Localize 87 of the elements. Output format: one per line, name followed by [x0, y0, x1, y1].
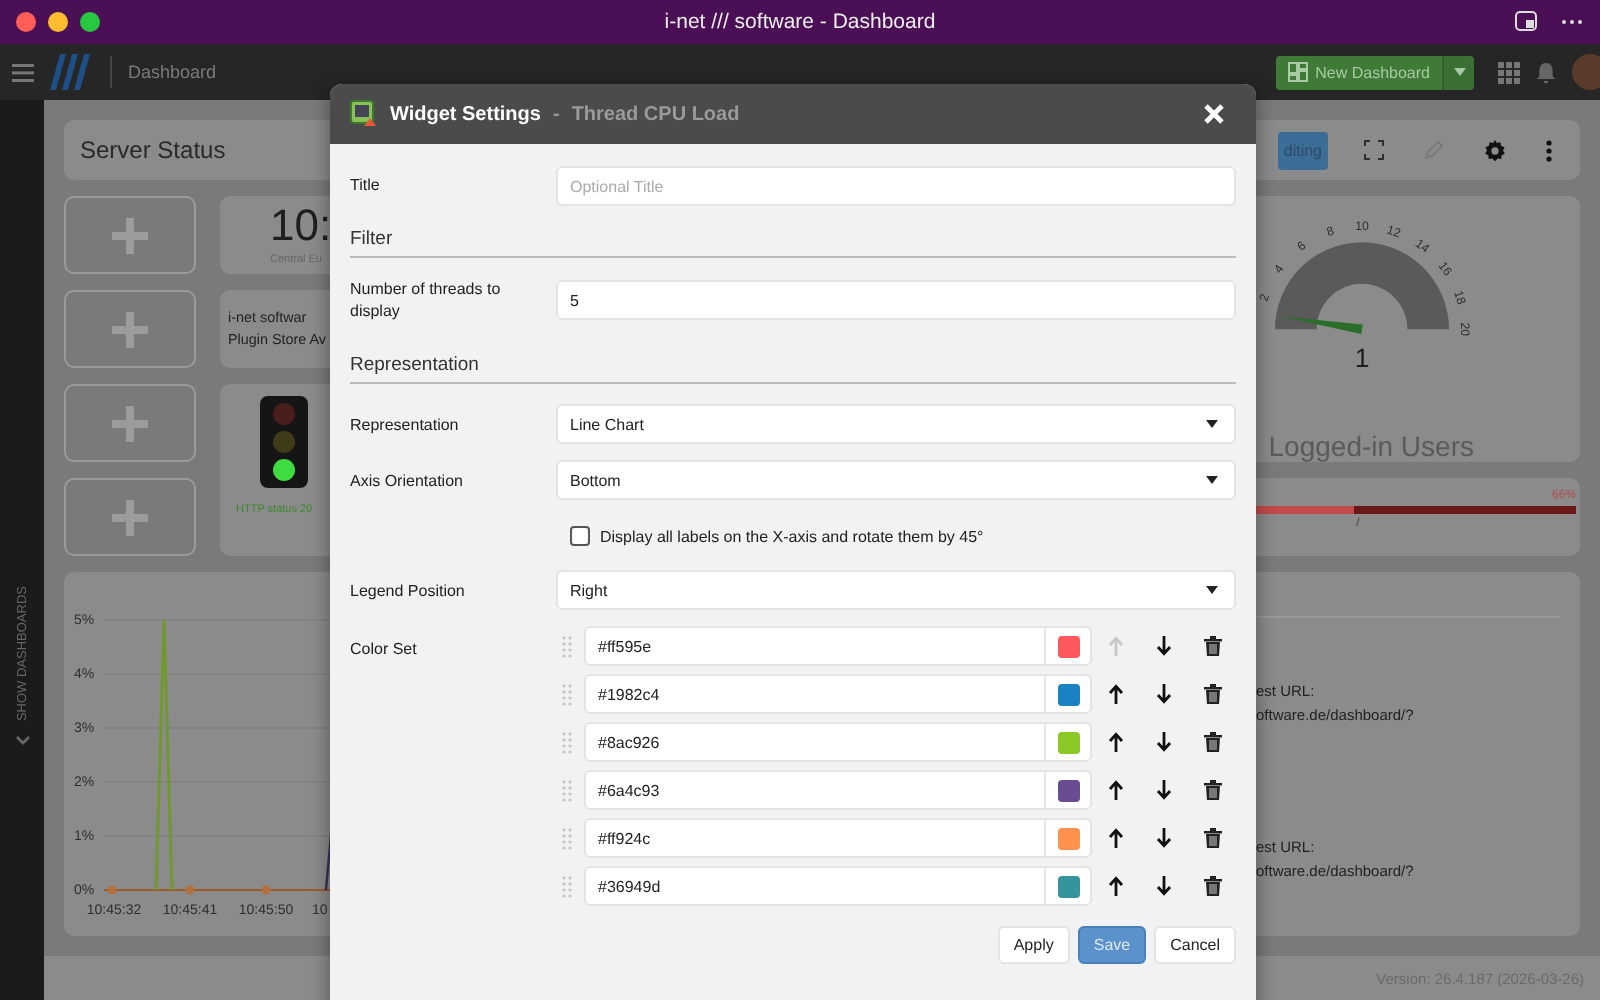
- rotate-labels-checkbox[interactable]: Display all labels on the X-axis and rotate them by 45°: [556, 526, 984, 547]
- color-swatch[interactable]: [1057, 779, 1079, 802]
- trash-icon[interactable]: [1203, 780, 1221, 801]
- color-swatch[interactable]: [1057, 875, 1079, 898]
- dialog-subtitle: Thread CPU Load: [571, 103, 740, 125]
- kebab-menu-icon[interactable]: [1546, 139, 1552, 161]
- color-field[interactable]: #1982c4: [584, 674, 1092, 715]
- color-swatch[interactable]: [1057, 731, 1079, 754]
- color-field[interactable]: #ff595e: [584, 626, 1092, 667]
- bell-icon[interactable]: [1536, 61, 1556, 83]
- more-icon[interactable]: [1560, 18, 1584, 26]
- title-separator: -: [552, 103, 560, 125]
- clock-time: 10:: [270, 204, 332, 248]
- drag-handle-icon[interactable]: [562, 779, 572, 802]
- add-widget-tile[interactable]: [64, 384, 196, 462]
- add-widget-tile[interactable]: [64, 196, 196, 274]
- field-label: Axis Orientation: [350, 469, 465, 492]
- arrow-down-icon[interactable]: [1156, 732, 1172, 753]
- trash-icon[interactable]: [1203, 828, 1221, 849]
- color-field[interactable]: #6a4c93: [584, 770, 1092, 811]
- drag-handle-icon[interactable]: [562, 683, 572, 706]
- text-field[interactable]: Optional Title: [556, 166, 1236, 206]
- color-field[interactable]: #8ac926: [584, 722, 1092, 763]
- settings-icon[interactable]: [1484, 139, 1506, 161]
- dialog-button[interactable]: Apply: [997, 926, 1070, 965]
- dropdown-field[interactable]: Line Chart: [556, 404, 1236, 445]
- arrow-up-icon[interactable]: [1108, 732, 1124, 753]
- add-widget-tile[interactable]: [64, 290, 196, 368]
- cast-icon[interactable]: [1514, 10, 1538, 34]
- color-swatch[interactable]: [1057, 635, 1079, 658]
- plus-icon: [112, 217, 148, 253]
- page-name: Dashboard: [128, 62, 217, 82]
- arrow-up-icon[interactable]: [1108, 828, 1124, 849]
- color-field[interactable]: #ff924c: [584, 818, 1092, 859]
- dropdown-field[interactable]: Bottom: [556, 460, 1236, 501]
- close-window-icon[interactable]: [16, 12, 36, 32]
- color-swatch[interactable]: [1057, 827, 1079, 850]
- maximize-window-icon[interactable]: [80, 12, 100, 32]
- dropdown-button[interactable]: [1442, 55, 1474, 89]
- add-widget-tile[interactable]: [64, 478, 196, 556]
- trash-icon[interactable]: [1203, 636, 1221, 657]
- traffic-light-icon: [260, 396, 308, 488]
- window-title: i-net /// software - Dashboard: [664, 10, 936, 34]
- caret-icon: [1206, 420, 1218, 429]
- dropdown-field[interactable]: Right: [556, 570, 1236, 611]
- caret-icon: [1206, 476, 1218, 485]
- fullscreen-icon[interactable]: [1364, 140, 1384, 160]
- dialog-button[interactable]: Cancel: [1154, 926, 1236, 965]
- drag-handle-icon[interactable]: [562, 827, 572, 850]
- color-swatch[interactable]: [1057, 683, 1079, 706]
- arrow-down-icon[interactable]: [1156, 828, 1172, 849]
- widget-icon: [350, 100, 378, 128]
- trash-icon[interactable]: [1203, 684, 1221, 705]
- section-heading: Filter: [350, 228, 1236, 258]
- field-label: Representation: [350, 413, 461, 436]
- arrow-down-icon[interactable]: [1156, 684, 1172, 705]
- arrow-down-icon[interactable]: [1156, 780, 1172, 801]
- chevron-down-icon[interactable]: [15, 736, 29, 747]
- dialog-title: Widget Settings: [390, 103, 541, 125]
- field-label: Number of threads to display: [350, 278, 503, 323]
- section-heading: Representation: [350, 354, 1236, 385]
- arrow-up-icon[interactable]: [1108, 684, 1124, 705]
- plus-icon: [112, 499, 148, 535]
- trash-icon[interactable]: [1203, 876, 1221, 897]
- color-field[interactable]: #36949d: [584, 866, 1092, 907]
- minimize-window-icon[interactable]: [48, 12, 68, 32]
- caret-icon: [1206, 586, 1218, 595]
- close-icon[interactable]: [1204, 104, 1224, 124]
- drag-handle-icon[interactable]: [562, 635, 572, 658]
- apps-grid-icon[interactable]: [1498, 61, 1520, 83]
- caret-icon: [1453, 68, 1465, 76]
- arrow-down-icon[interactable]: [1156, 636, 1172, 657]
- arrow-up-icon[interactable]: [1108, 780, 1124, 801]
- drag-handle-icon[interactable]: [562, 731, 572, 754]
- field-label: Color Set: [350, 638, 419, 662]
- arrow-up-icon[interactable]: [1108, 876, 1124, 897]
- menu-icon[interactable]: [12, 63, 34, 81]
- text-field[interactable]: 5: [556, 280, 1236, 321]
- plus-icon: [112, 311, 148, 347]
- dashboard-title: Server Status: [80, 136, 226, 164]
- dashboard-icon: [1287, 62, 1308, 82]
- trash-icon[interactable]: [1203, 732, 1221, 753]
- field-label: Title: [350, 174, 382, 198]
- field-label: Legend Position: [350, 579, 467, 602]
- plus-icon: [112, 405, 148, 441]
- arrow-down-icon[interactable]: [1156, 876, 1172, 897]
- drag-handle-icon[interactable]: [562, 875, 572, 898]
